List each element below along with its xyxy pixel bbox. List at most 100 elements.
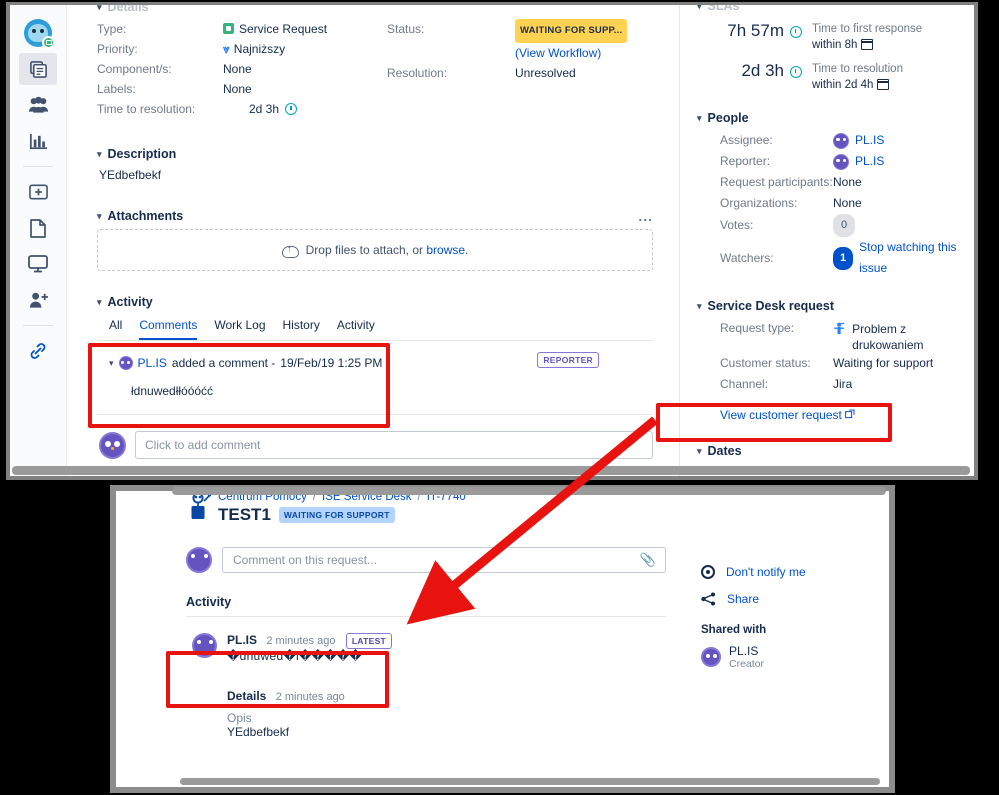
add-person-icon [29,292,48,308]
chevron-down-icon: ▾ [697,445,702,456]
field-type: Type: Service Request [97,19,387,39]
reports-icon [29,133,47,149]
rail-item-add-people[interactable] [19,284,57,316]
attachment-clip-icon[interactable]: 📎 [640,552,656,568]
sla-description: Time to resolution within 2d 4h [812,60,903,93]
browse-link[interactable]: browse. [426,243,468,257]
priority-lowest-icon: ⩔ [223,42,230,56]
service-desk-heading: Service Desk request [707,299,834,313]
field-type-label: Type: [97,22,127,36]
clock-icon [790,66,802,78]
sla-time: 7h 57m [697,20,802,41]
attachments-section-header[interactable]: ▾ Attachments ... [97,208,653,224]
reporter-value[interactable]: PL.IS [855,151,884,172]
portal-details-field-label: Opis [227,711,252,725]
chevron-down-icon: ▾ [97,148,102,159]
field-labels: Labels: None [97,79,387,99]
field-status-value[interactable]: WAITING FOR SUPP... [515,19,628,43]
add-comment-input[interactable]: Click to add comment [135,431,653,459]
rail-item-add-item[interactable] [19,176,57,208]
people-row-assignee: Assignee: PL.IS [720,130,964,151]
people-list: Assignee: PL.IS Reporter: PL.IS Request … [697,130,964,279]
portal-comment-highlight-box [166,651,389,708]
portal-comment-row: Comment on this request... 📎 [186,547,666,573]
field-ttr-value: 2d 3h [223,99,298,119]
monitor-icon [28,255,48,273]
sla-goal: within 8h [812,39,858,51]
tab-activity[interactable]: Activity [337,318,375,340]
upload-cloud-icon [281,244,299,258]
request-participants-label: Request participants: [720,175,833,189]
people-row-votes: Votes: 0 [720,214,964,237]
portal-horizontal-scrollbar-top[interactable] [172,487,886,495]
field-time-to-resolution: Time to resolution: 2d 3h [97,99,387,119]
rail-item-project-avatar[interactable] [19,17,57,49]
avatar [701,647,721,667]
activity-heading: Activity [107,295,153,309]
chevron-down-icon: ▾ [97,296,102,307]
attachment-dropzone[interactable]: Drop files to attach, or browse. [97,229,653,271]
customer-portal-window: Centrum Pomocy / ISE Service Desk / IT-7… [110,485,895,793]
rail-divider-2 [23,325,53,326]
field-priority-value: ⩔ Najniższy [223,42,286,56]
portal-sidebar: Don't notify me Share Shared with PL.IS … [701,565,881,670]
portal-comment-time: 2 minutes ago [266,635,336,647]
shared-with-heading: Shared with [701,624,767,636]
portal-comment-input[interactable]: Comment on this request... 📎 [222,547,666,573]
assignee-label: Assignee: [720,133,773,147]
field-resolution: Resolution: Unresolved [387,63,647,83]
issues-icon [29,60,47,78]
jira-horizontal-scrollbar[interactable] [12,466,970,475]
field-resolution-value: Unresolved [515,66,576,80]
rail-item-issues[interactable] [19,53,57,85]
customer-status-value: Waiting for support [833,356,934,370]
tab-work-log[interactable]: Work Log [214,318,265,340]
people-heading: People [707,111,749,125]
field-type-value: Service Request [223,19,327,39]
channel-value: Jira [833,377,853,391]
description-text: YEdbefbekf [99,168,162,182]
rail-divider [23,166,53,167]
rail-item-reports[interactable] [19,125,57,157]
description-section-header[interactable]: ▾ Description [97,147,653,161]
tab-all[interactable]: All [109,318,122,340]
attachments-more-icon[interactable]: ... [638,208,653,224]
service-desk-avatar-icon [186,491,212,521]
tab-history[interactable]: History [283,318,320,340]
rail-item-people[interactable] [19,89,57,121]
stop-watching-link[interactable]: Stop watching this issue [859,237,964,279]
view-workflow-link[interactable]: (View Workflow) [515,46,601,60]
chevron-down-icon: ▾ [697,300,702,311]
watchers-count: 1 [833,246,854,270]
rail-item-links[interactable] [19,335,57,367]
activity-section-header[interactable]: ▾ Activity [97,295,653,309]
sla-title: Time to first response [812,23,923,35]
votes-count: 0 [833,214,856,237]
shared-person-role: Creator [729,658,765,670]
tab-comments[interactable]: Comments [139,318,198,340]
rail-item-portal[interactable] [19,248,57,280]
assignee-value[interactable]: PL.IS [855,130,884,151]
portal-horizontal-scrollbar-bottom[interactable] [180,778,880,785]
slas-section-header[interactable]: ▾ SLAs [697,5,964,13]
eye-icon [701,565,715,579]
service-desk-row-channel: Channel: Jira [720,374,964,395]
share-action[interactable]: Share [701,592,881,606]
field-labels-value: None [223,82,252,96]
service-desk-section-header[interactable]: ▾ Service Desk request [697,299,964,313]
dont-notify-me-action[interactable]: Don't notify me [701,565,881,579]
portal-title-row: TEST1 WAITING FOR SUPPORT [218,505,466,525]
share-label: Share [727,592,760,606]
details-section-header[interactable]: ▾ Details [97,2,653,14]
avatar [833,132,849,149]
rail-item-pages[interactable] [19,212,57,244]
field-components: Component/s: None [97,59,387,79]
field-priority: Priority: ⩔ Najniższy [97,39,387,59]
chevron-down-icon: ▾ [97,2,102,12]
people-section-header[interactable]: ▾ People [697,111,964,125]
dates-section-header[interactable]: ▾ Dates [697,444,964,458]
reporter-badge: REPORTER [537,352,599,368]
status-badge: WAITING FOR SUPPORT [278,507,395,523]
clock-icon [790,26,802,38]
description-heading: Description [107,147,177,161]
